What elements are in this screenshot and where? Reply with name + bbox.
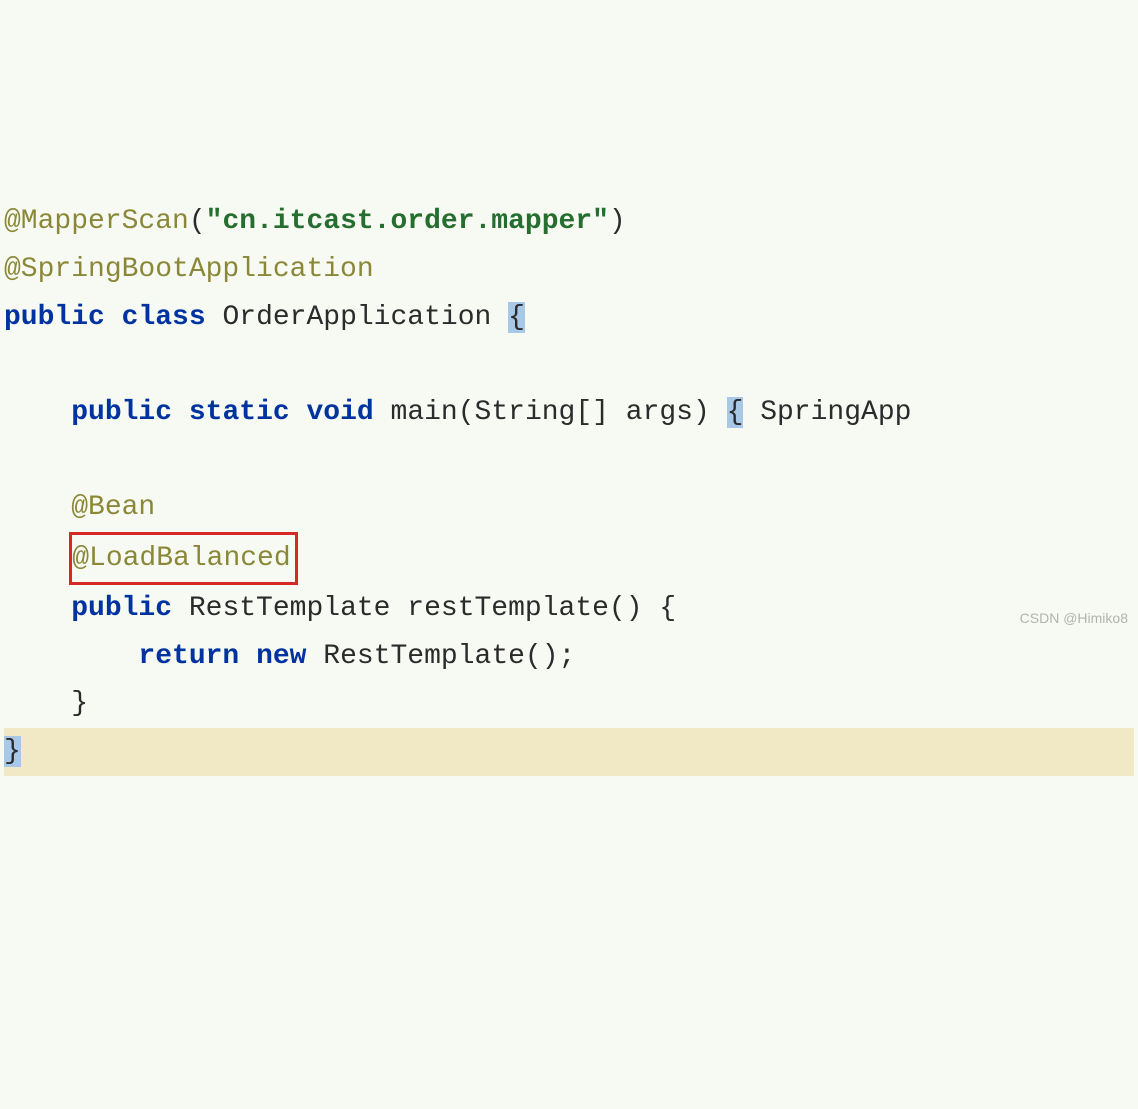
code-line-3: public class OrderApplication { [4, 294, 1134, 342]
kw-return: return [138, 641, 239, 672]
kw-public: public [71, 593, 172, 624]
annotation-mapperscan: @MapperScan [4, 206, 189, 237]
code-line-9: public RestTemplate restTemplate() { [4, 585, 1134, 633]
tail-text: SpringApp [743, 397, 911, 428]
paren-close: ) [609, 206, 626, 237]
annotation-bean: @Bean [71, 492, 155, 523]
indent [4, 688, 71, 719]
string-literal: "cn.itcast.order.mapper" [206, 206, 609, 237]
code-line-5: public static void main(String[] args) {… [4, 389, 1134, 437]
brace-open-highlighted: { [727, 397, 744, 428]
classname: OrderApplication [206, 302, 508, 333]
kw-new: new [256, 641, 306, 672]
code-line-10: return new RestTemplate(); [4, 633, 1134, 681]
code-line-8: @LoadBalanced [4, 532, 1134, 586]
code-line-2: @SpringBootApplication [4, 246, 1134, 294]
kw-class: class [122, 302, 206, 333]
code-line-1: @MapperScan("cn.itcast.order.mapper") [4, 198, 1134, 246]
kw-static: static [189, 397, 290, 428]
code-line-12: } [4, 728, 1134, 776]
code-line-7: @Bean [4, 484, 1134, 532]
kw-public: public [4, 302, 105, 333]
method-main-sig: main(String[] args) [374, 397, 727, 428]
paren-open: ( [189, 206, 206, 237]
indent [4, 543, 71, 574]
kw-void: void [307, 397, 374, 428]
highlight-red-box: @LoadBalanced [69, 532, 297, 586]
indent [4, 397, 71, 428]
brace-close: } [71, 688, 88, 719]
indent [4, 492, 71, 523]
kw-public: public [71, 397, 172, 428]
expr: RestTemplate(); [306, 641, 575, 672]
annotation-loadbalanced: @LoadBalanced [72, 543, 290, 574]
watermark-text: CSDN @Himiko8 [1020, 607, 1128, 631]
annotation-springbootapp: @SpringBootApplication [4, 254, 374, 285]
brace-open-highlighted: { [508, 302, 525, 333]
method-resttemplate-sig: RestTemplate restTemplate() { [172, 593, 676, 624]
indent [4, 593, 71, 624]
code-line-11: } [4, 680, 1134, 728]
brace-close-highlighted: } [4, 736, 21, 767]
indent [4, 641, 138, 672]
